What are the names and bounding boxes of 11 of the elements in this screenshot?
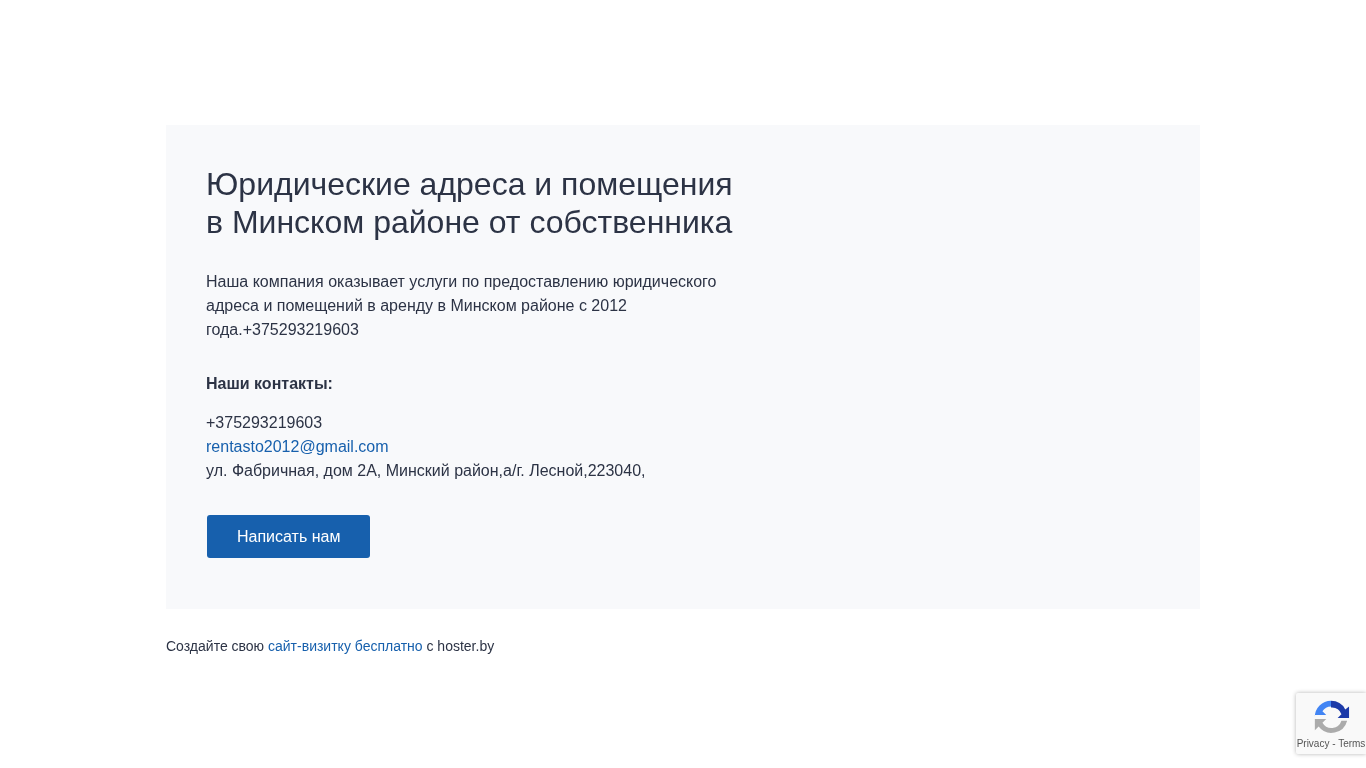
page-title: Юридические адреса и помещения в Минском районе от собственника	[206, 165, 734, 241]
recaptcha-icon	[1312, 698, 1350, 736]
footer-text: Создайте свою сайт-визитку бесплатно с hoster.by	[166, 637, 496, 656]
contact-text: ул. Фабричная, дом 2А, Минский район,а/г. Лесной,223040,	[206, 461, 646, 481]
email-link[interactable]: rentasto2012@gmail.com	[206, 435, 389, 459]
contacts-heading: Наши контакты:	[206, 374, 333, 394]
write-us-button[interactable]: Написать нам	[207, 515, 371, 558]
description-text: Наша компания оказывает услуги по предоставлению юридического адреса и помещений в аренду в Минском районе с 2012 года.+375293219603	[206, 272, 718, 340]
site-card-link[interactable]: сайт-визитку бесплатно	[268, 638, 423, 654]
privacy-terms-link[interactable]: Privacy - Terms	[1296, 738, 1366, 749]
contact-text: +375293219603	[206, 413, 323, 433]
